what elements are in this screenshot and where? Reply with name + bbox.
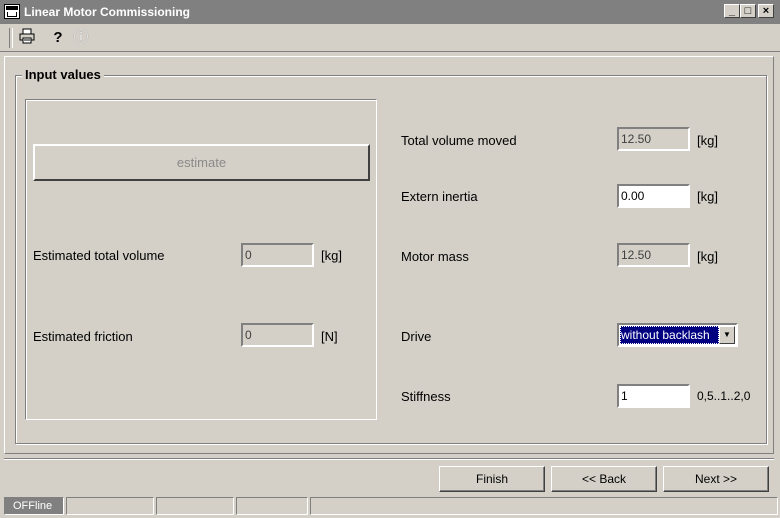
chevron-down-icon[interactable]: ▼ <box>719 326 735 344</box>
printer-icon[interactable] <box>17 28 37 48</box>
estimate-button[interactable]: estimate <box>33 144 370 181</box>
minimize-button[interactable]: _ <box>724 4 740 18</box>
estimated-friction-label: Estimated friction <box>33 329 133 344</box>
total-volume-moved-label: Total volume moved <box>401 133 517 148</box>
group-title: Input values <box>22 67 104 82</box>
button-bar <box>4 458 774 494</box>
extern-inertia-label: Extern inertia <box>401 189 478 204</box>
status-cell-3 <box>156 497 234 515</box>
title-bar: Linear Motor Commissioning _ □ × <box>0 0 780 24</box>
stiffness-range: 0,5..1..2,0 <box>697 389 751 403</box>
status-cell-5 <box>310 497 778 515</box>
drive-selected-value: without backlash <box>620 326 719 344</box>
toolbar-grip <box>9 28 13 48</box>
stiffness-input[interactable]: 1 <box>617 384 690 408</box>
stiffness-label: Stiffness <box>401 389 451 404</box>
estimated-total-volume-label: Estimated total volume <box>33 248 165 263</box>
maximize-button[interactable]: □ <box>740 4 756 18</box>
estimated-total-volume-field: 0 <box>241 243 314 267</box>
extern-inertia-input[interactable]: 0.00 <box>617 184 690 208</box>
drive-select[interactable]: without backlash ▼ <box>617 323 738 347</box>
estimated-friction-unit: [N] <box>321 329 338 344</box>
close-button[interactable]: × <box>758 4 774 18</box>
app-icon[interactable] <box>4 4 20 19</box>
estimated-total-volume-unit: [kg] <box>321 248 342 263</box>
toolbar: ? ⓘ <box>0 24 780 52</box>
motor-mass-field: 12.50 <box>617 243 690 267</box>
total-volume-moved-unit: [kg] <box>697 133 718 148</box>
help-icon[interactable]: ? <box>48 28 68 48</box>
finish-button[interactable]: Finish <box>439 466 545 492</box>
status-cell-4 <box>236 497 308 515</box>
status-cell-2 <box>66 497 154 515</box>
status-mode: OFFline <box>4 497 64 515</box>
back-button[interactable]: << Back <box>551 466 657 492</box>
motor-mass-label: Motor mass <box>401 249 469 264</box>
motor-mass-unit: [kg] <box>697 249 718 264</box>
extern-inertia-unit: [kg] <box>697 189 718 204</box>
next-button[interactable]: Next >> <box>663 466 769 492</box>
window-title: Linear Motor Commissioning <box>24 5 191 19</box>
total-volume-moved-field: 12.50 <box>617 127 690 151</box>
estimated-friction-field: 0 <box>241 323 314 347</box>
info-icon[interactable]: ⓘ <box>71 28 91 48</box>
drive-label: Drive <box>401 329 432 344</box>
